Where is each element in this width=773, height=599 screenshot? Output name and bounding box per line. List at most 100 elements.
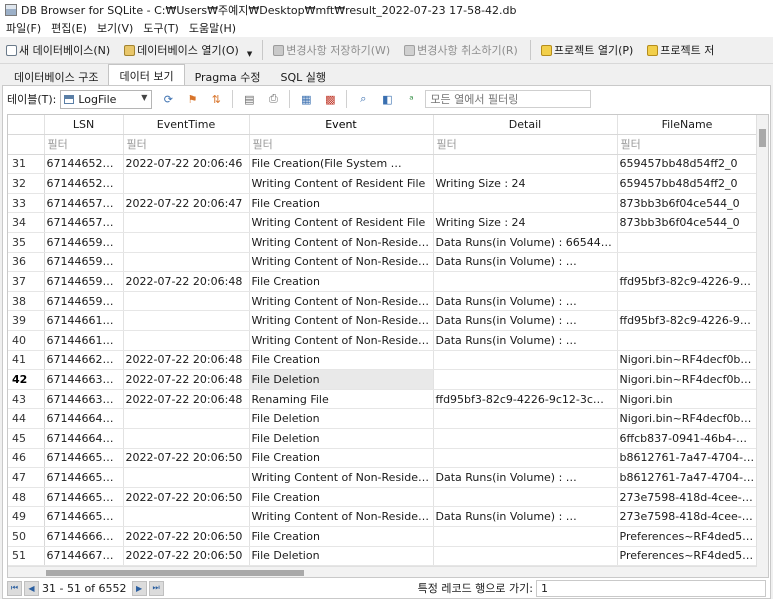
cell-event[interactable]: File Creation(File System … <box>249 154 434 175</box>
cell-filename[interactable]: b8612761-7a47-4704-… <box>617 467 758 488</box>
next-record-icon[interactable]: ▶ <box>131 580 147 596</box>
cell-filename[interactable]: 659457bb48d54ff2_0 <box>617 173 758 194</box>
filter-all-columns-input[interactable] <box>425 90 592 108</box>
table-row[interactable]: 37 67144659511 2022-07-22 20:06:48 File Cre… <box>8 271 758 292</box>
cell-eventtime[interactable]: 2022-07-22 20:06:48 <box>123 271 250 292</box>
cell-detail[interactable]: Writing Size : 24 <box>433 212 618 234</box>
cell-event[interactable]: Writing Content of Non-Resident… <box>249 310 434 332</box>
delete-record-icon[interactable]: ▩ <box>322 91 338 107</box>
cell-filename[interactable]: 273e7598-418d-4cee-8… <box>617 487 758 508</box>
cell-lsn[interactable]: 67144659511 <box>44 271 124 292</box>
cell-eventtime[interactable]: 2022-07-22 20:06:50 <box>123 546 250 567</box>
horizontal-scrollbar[interactable] <box>8 566 757 577</box>
cell-eventtime[interactable] <box>123 252 250 273</box>
open-project-button[interactable]: 프로젝트 열기(P) <box>535 39 641 61</box>
filter-input-lsn[interactable]: 필터 <box>44 134 124 155</box>
tab-browse-data[interactable]: 데이터 보기 <box>108 64 185 85</box>
cell-filename[interactable]: Nigori.bin~RF4decf0b.TMP <box>617 350 758 371</box>
cell-eventtime[interactable]: 2022-07-22 20:06:50 <box>123 448 250 469</box>
cell-lsn[interactable]: 67144664383 <box>44 408 124 429</box>
table-row[interactable]: 42 67144663115 2022-07-22 20:06:48 File Del… <box>8 369 758 390</box>
insert-record-icon[interactable]: ▦ <box>298 91 314 107</box>
cell-filename[interactable] <box>617 252 758 273</box>
save-project-button[interactable]: 프로젝트 저 <box>641 39 722 61</box>
revert-changes-button[interactable]: 변경사항 취소하기(R) <box>398 39 526 61</box>
cell-filename[interactable]: Preferences~RF4ded516.TMP <box>617 546 758 567</box>
row-number[interactable]: 33 <box>8 193 45 214</box>
cell-filename[interactable]: Nigori.bin~RF4decf0b.TMP <box>617 408 758 429</box>
filter-input-event[interactable]: 필터 <box>249 134 434 155</box>
cell-event[interactable]: File Creation <box>249 193 434 214</box>
text-format-icon[interactable]: ᵃ <box>403 91 419 107</box>
table-row[interactable]: 32 67144652734 Writing Content of Resident… <box>8 173 758 194</box>
menu-view[interactable]: 보기(V) <box>92 20 138 36</box>
cell-eventtime[interactable] <box>123 212 250 234</box>
row-number[interactable]: 31 <box>8 154 45 175</box>
cell-detail[interactable]: Data Runs(in Volume) : … <box>433 291 618 312</box>
cell-eventtime[interactable] <box>123 232 250 253</box>
cell-lsn[interactable]: 67144657073 <box>44 193 124 214</box>
clear-sorting-icon[interactable]: ⇅ <box>208 91 224 107</box>
cell-lsn[interactable]: 67144663717 <box>44 389 124 410</box>
cell-event[interactable]: File Deletion <box>249 428 434 449</box>
cell-event[interactable]: File Creation <box>249 526 434 547</box>
table-row[interactable]: 45 67144664540 File Deletion 6ffcb837-0941-… <box>8 428 758 449</box>
row-number[interactable]: 51 <box>8 546 45 567</box>
cell-eventtime[interactable]: 2022-07-22 20:06:48 <box>123 350 250 371</box>
cell-lsn[interactable]: 67144665640 <box>44 487 124 508</box>
cell-eventtime[interactable]: 2022-07-22 20:06:48 <box>123 389 250 410</box>
cell-event[interactable]: File Deletion <box>249 369 434 390</box>
table-row[interactable]: 47 67144665320 Writing Content of Non-Resi… <box>8 467 758 488</box>
table-row[interactable]: 48 67144665640 2022-07-22 20:06:50 File Cre… <box>8 487 758 508</box>
row-number[interactable]: 44 <box>8 408 45 429</box>
goto-record-input[interactable] <box>536 579 766 597</box>
write-changes-button[interactable]: 변경사항 저장하기(W) <box>267 39 398 61</box>
cell-event[interactable]: File Creation <box>249 350 434 371</box>
row-number[interactable]: 46 <box>8 448 45 469</box>
open-database-dropdown-icon[interactable]: ▼ <box>247 50 252 58</box>
cell-detail[interactable]: Data Runs(in Volume) : … <box>433 330 618 351</box>
cell-detail[interactable]: Data Runs(in Volume) : … <box>433 310 618 332</box>
cell-event[interactable]: Writing Content of Non-Resident… <box>249 232 434 253</box>
tab-database-structure[interactable]: 데이터베이스 구조 <box>4 66 108 85</box>
cell-detail[interactable]: Data Runs(in Volume) : … <box>433 506 618 527</box>
cell-lsn[interactable]: 67144659328 <box>44 232 124 253</box>
table-row[interactable]: 44 67144664383 File Deletion Nigori.bin~RF4… <box>8 408 758 429</box>
table-row[interactable]: 49 67144665941 Writing Content of Non-Resi… <box>8 506 758 527</box>
cell-detail[interactable] <box>433 350 618 371</box>
row-number[interactable]: 42 <box>8 369 45 390</box>
table-row[interactable]: 41 67144662738 2022-07-22 20:06:48 File Cre… <box>8 350 758 371</box>
horizontal-scroll-thumb[interactable] <box>46 570 304 576</box>
cell-filename[interactable]: 6ffcb837-0941-46b4-… <box>617 428 758 449</box>
cell-detail[interactable] <box>433 193 618 214</box>
filter-input-detail[interactable]: 필터 <box>433 134 618 155</box>
cell-event[interactable]: Writing Content of Resident File <box>249 212 434 234</box>
table-row[interactable]: 38 67144659689 Writing Content of Non-Resi… <box>8 291 758 312</box>
menu-file[interactable]: 파일(F) <box>0 20 46 36</box>
row-number[interactable]: 36 <box>8 252 45 273</box>
cell-detail[interactable] <box>433 408 618 429</box>
cell-event[interactable]: Writing Content of Non-Resident… <box>249 252 434 273</box>
cell-event[interactable]: Renaming File <box>249 389 434 410</box>
row-number[interactable]: 35 <box>8 232 45 253</box>
cell-lsn[interactable]: 67144661449 <box>44 310 124 332</box>
cell-eventtime[interactable]: 2022-07-22 20:06:50 <box>123 526 250 547</box>
cell-lsn[interactable]: 67144665941 <box>44 506 124 527</box>
cell-lsn[interactable]: 67144665011 <box>44 448 124 469</box>
column-header-detail[interactable]: Detail <box>433 115 618 136</box>
cell-filename[interactable]: b8612761-7a47-4704-… <box>617 448 758 469</box>
row-number[interactable]: 48 <box>8 487 45 508</box>
row-number[interactable]: 34 <box>8 212 45 234</box>
cell-detail[interactable] <box>433 546 618 567</box>
cell-lsn[interactable]: 67144666530 <box>44 526 124 547</box>
filter-input-eventtime[interactable]: 필터 <box>123 134 250 155</box>
cell-eventtime[interactable] <box>123 310 250 332</box>
cell-event[interactable]: Writing Content of Non-Resident… <box>249 467 434 488</box>
cell-filename[interactable]: ffd95bf3-82c9-4226-9c12-3c… <box>617 271 758 292</box>
cell-lsn[interactable]: 67144663115 <box>44 369 124 390</box>
cell-eventtime[interactable]: 2022-07-22 20:06:48 <box>123 369 250 390</box>
row-number[interactable]: 37 <box>8 271 45 292</box>
cell-eventtime[interactable]: 2022-07-22 20:06:46 <box>123 154 250 175</box>
menu-tools[interactable]: 도구(T) <box>138 20 184 36</box>
new-database-button[interactable]: 새 데이터베이스(N) <box>0 39 118 61</box>
